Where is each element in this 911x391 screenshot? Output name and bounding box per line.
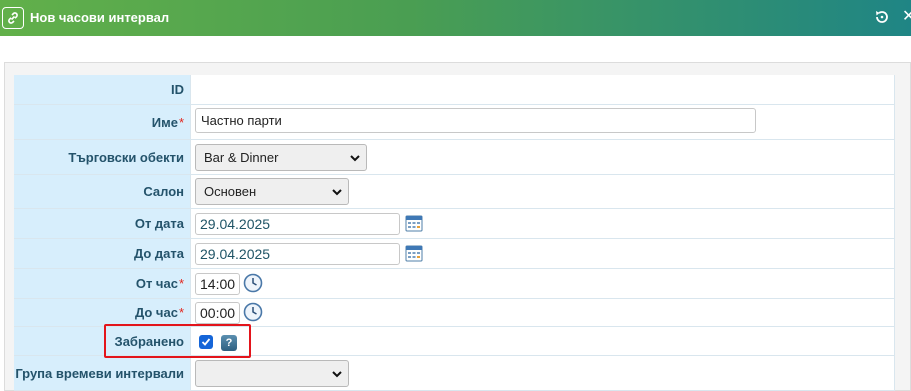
label-from-date: От дата xyxy=(14,209,190,238)
clock-icon[interactable] xyxy=(243,273,263,293)
to-hour-input[interactable]: 00:00 xyxy=(195,302,240,324)
outlets-select[interactable]: Bar & Dinner xyxy=(195,144,367,171)
help-icon[interactable]: ? xyxy=(221,335,237,351)
calendar-icon[interactable] xyxy=(405,214,423,232)
row-outlets: Търговски обекти Bar & Dinner xyxy=(14,140,895,175)
row-to-hour: До час * 00:00 xyxy=(14,299,895,327)
label-forbidden: Забранено xyxy=(14,327,190,355)
label-to-date: До дата xyxy=(14,239,190,268)
value-group xyxy=(190,356,895,390)
forbidden-checkbox[interactable] xyxy=(199,335,213,349)
check-icon xyxy=(201,338,211,346)
from-hour-input[interactable]: 14:00 xyxy=(195,273,240,295)
row-hall: Салон Основен xyxy=(14,175,895,209)
value-to-hour: 00:00 xyxy=(190,299,895,326)
value-id xyxy=(190,75,895,104)
row-from-date: От дата 29.04.2025 xyxy=(14,209,895,239)
dialog-titlebar: Нов часови интервал ✕ xyxy=(0,0,911,36)
dialog-title: Нов часови интервал xyxy=(30,10,170,25)
label-outlets: Търговски обекти xyxy=(14,140,190,174)
row-forbidden: Забранено ? xyxy=(14,327,895,356)
label-name: Име * xyxy=(14,105,190,139)
label-from-hour: От час * xyxy=(14,269,190,298)
value-to-date: 29.04.2025 xyxy=(190,239,895,268)
row-name: Име * Частно парти xyxy=(14,105,895,140)
value-from-date: 29.04.2025 xyxy=(190,209,895,238)
chevron-down-icon xyxy=(332,371,342,378)
group-select[interactable] xyxy=(195,360,349,387)
row-to-date: До дата 29.04.2025 xyxy=(14,239,895,269)
clock-icon[interactable] xyxy=(243,302,263,322)
close-icon[interactable]: ✕ xyxy=(902,6,911,28)
value-hall: Основен xyxy=(190,175,895,208)
row-id: ID xyxy=(14,75,895,105)
name-input[interactable]: Частно парти xyxy=(195,108,756,133)
label-group: Група времеви интервали xyxy=(14,356,190,390)
hall-select[interactable]: Основен xyxy=(195,178,349,205)
calendar-icon[interactable] xyxy=(405,244,423,262)
label-id: ID xyxy=(14,75,190,104)
label-hall: Салон xyxy=(14,175,190,208)
chevron-down-icon xyxy=(332,189,342,196)
value-name: Частно парти xyxy=(190,105,895,139)
link-icon xyxy=(2,7,24,29)
row-from-hour: От час * 14:00 xyxy=(14,269,895,299)
reset-icon[interactable] xyxy=(873,8,891,26)
to-date-input[interactable]: 29.04.2025 xyxy=(195,243,400,265)
from-date-input[interactable]: 29.04.2025 xyxy=(195,213,400,235)
value-forbidden: ? xyxy=(190,327,895,355)
chevron-down-icon xyxy=(350,155,360,162)
label-to-hour: До час * xyxy=(14,299,190,326)
value-outlets: Bar & Dinner xyxy=(190,140,895,174)
value-from-hour: 14:00 xyxy=(190,269,895,298)
row-group: Група времеви интервали xyxy=(14,356,895,391)
